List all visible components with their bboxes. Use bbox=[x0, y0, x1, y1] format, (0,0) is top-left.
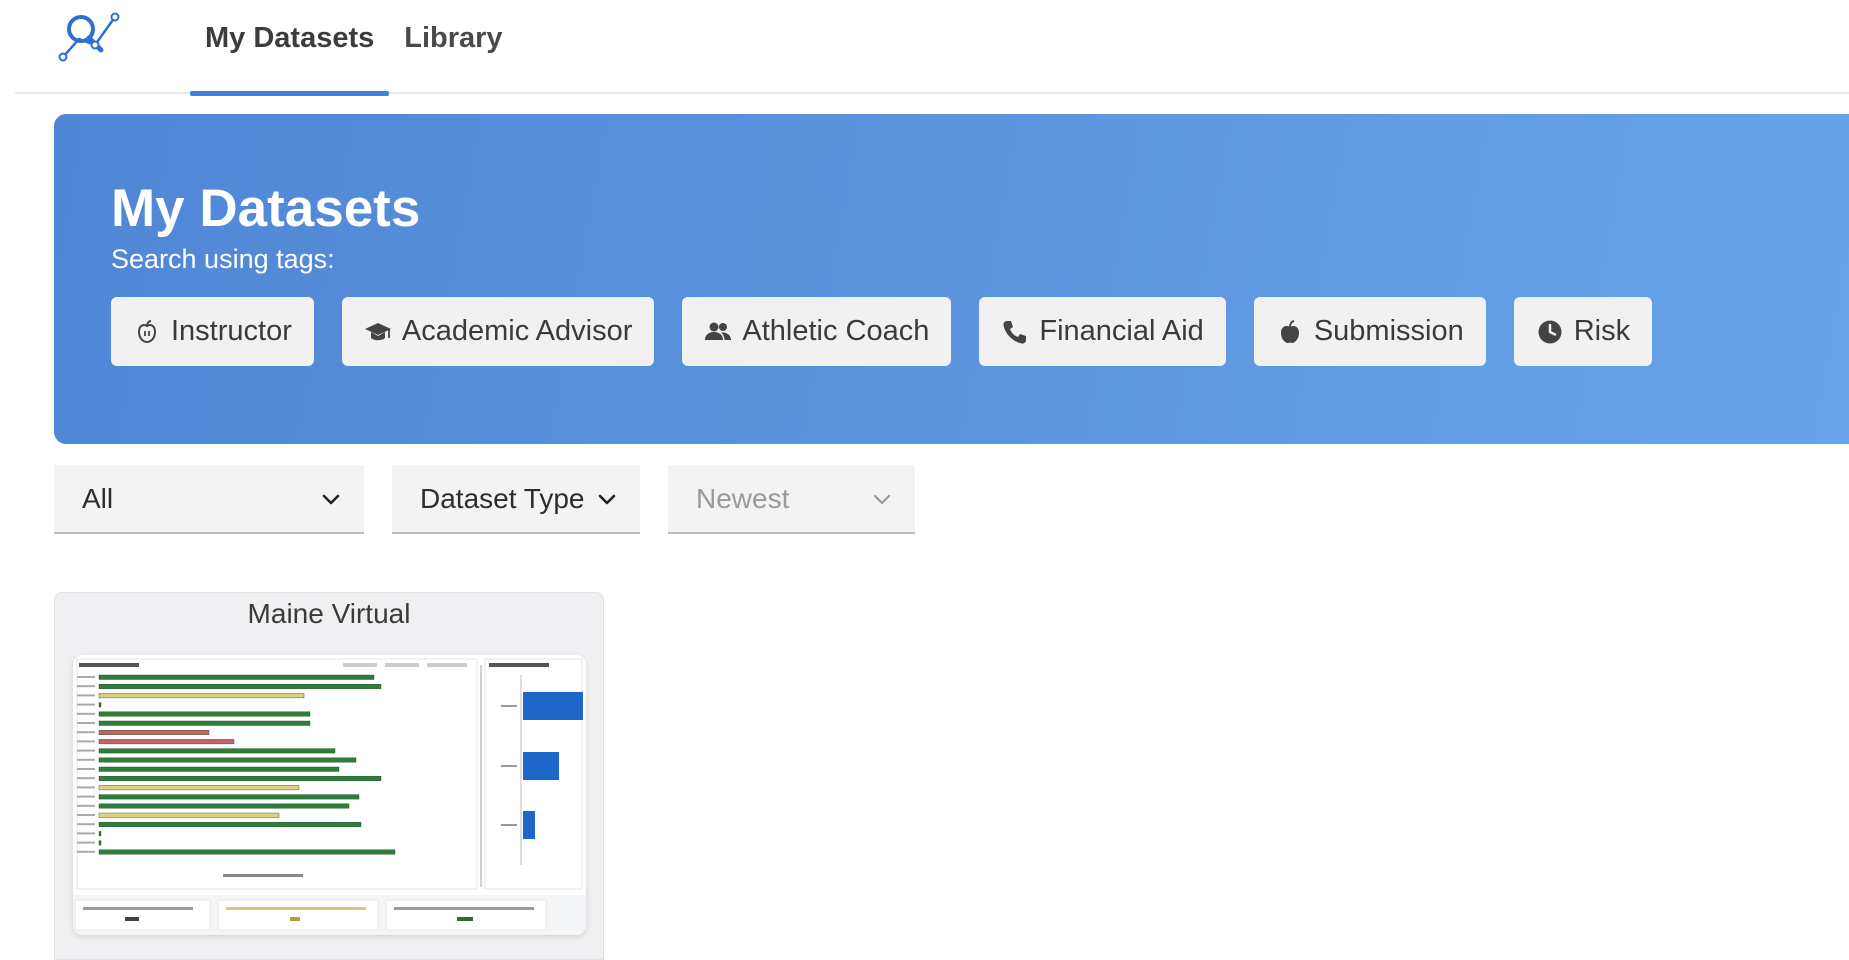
dataset-card[interactable]: Maine Virtual bbox=[54, 592, 604, 960]
phone-icon bbox=[1003, 320, 1027, 344]
select-value: Dataset Type bbox=[420, 482, 585, 514]
tag-athletic-coach-button[interactable]: Athletic Coach bbox=[682, 297, 952, 366]
clock-icon bbox=[1538, 320, 1562, 343]
sort-select[interactable]: Newest bbox=[668, 465, 915, 534]
app-logo-icon[interactable] bbox=[53, 5, 133, 65]
dashboard-preview-image bbox=[73, 655, 586, 935]
tag-submission-button[interactable]: Submission bbox=[1253, 297, 1486, 366]
dataset-type-select[interactable]: Dataset Type bbox=[392, 465, 640, 534]
main-tabs: My Datasets Library bbox=[190, 0, 518, 96]
tag-label: Submission bbox=[1313, 315, 1464, 347]
tag-label: Financial Aid bbox=[1039, 315, 1204, 347]
tag-academic-advisor-button[interactable]: Academic Advisor bbox=[341, 297, 655, 366]
tab-library[interactable]: Library bbox=[389, 0, 517, 94]
tag-label: Instructor bbox=[171, 315, 292, 347]
dataset-card-title: Maine Virtual bbox=[247, 598, 411, 629]
scope-select[interactable]: All bbox=[54, 465, 364, 534]
dataset-preview-thumbnail bbox=[73, 655, 586, 935]
users-icon bbox=[705, 322, 732, 340]
apple-outline-icon bbox=[137, 319, 157, 343]
tab-my-datasets[interactable]: My Datasets bbox=[190, 0, 390, 96]
tag-instructor-button[interactable]: Instructor bbox=[111, 297, 314, 366]
chevron-down-icon bbox=[598, 494, 616, 504]
select-value: All bbox=[82, 482, 114, 514]
hero-banner: My Datasets Search using tags: Instructo… bbox=[54, 114, 1849, 444]
tag-list: Instructor Academic Advisor Athletic Coa… bbox=[111, 297, 1680, 366]
graduation-cap-icon bbox=[364, 322, 391, 340]
tag-financial-aid-button[interactable]: Financial Aid bbox=[979, 297, 1226, 366]
tag-label: Academic Advisor bbox=[401, 315, 633, 347]
chevron-down-icon bbox=[873, 494, 891, 504]
chevron-down-icon bbox=[322, 494, 340, 504]
tag-risk-button[interactable]: Risk bbox=[1513, 297, 1653, 366]
top-navigation-bar: My Datasets Library bbox=[15, 0, 1849, 96]
apple-icon bbox=[1280, 319, 1299, 343]
tag-search-label: Search using tags: bbox=[111, 244, 335, 274]
tag-label: Risk bbox=[1573, 315, 1631, 347]
page-title: My Datasets bbox=[111, 179, 421, 238]
tag-label: Athletic Coach bbox=[742, 315, 930, 347]
filter-bar: All Dataset Type Newest bbox=[54, 465, 943, 534]
select-value: Newest bbox=[696, 482, 790, 514]
